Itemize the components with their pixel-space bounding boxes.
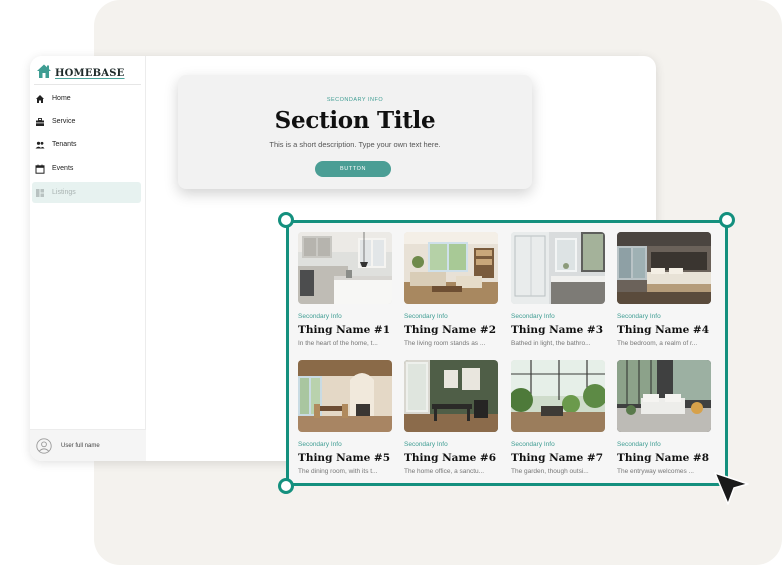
toolbox-icon <box>35 117 45 127</box>
hero-secondary-info: SECONDARY INFO <box>326 97 384 103</box>
garden-photo <box>511 360 605 432</box>
listing-title[interactable]: Thing Name #2 <box>404 324 496 336</box>
listing-title[interactable]: Thing Name #8 <box>617 452 709 464</box>
listing-description: The living room stands as ... <box>404 340 486 347</box>
listing-description: The garden, though outsi... <box>511 468 589 475</box>
sidebar-item-label: Tenants <box>52 141 77 148</box>
sidebar-item-tenants[interactable]: Tenants <box>32 134 141 155</box>
living-room-photo <box>404 232 498 304</box>
section-title: Section Title <box>274 107 436 134</box>
listing-title[interactable]: Thing Name #6 <box>404 452 496 464</box>
calendar-icon <box>35 164 45 174</box>
hero-button[interactable]: BUTTON <box>315 161 391 177</box>
listing-card[interactable]: Secondary Info Thing Name #3 Bathed in l… <box>511 232 605 352</box>
sidebar: HOMEBASE Home Service Tenants Events Lis… <box>30 56 146 461</box>
listing-description: The home office, a sanctu... <box>404 468 485 475</box>
sidebar-item-home[interactable]: Home <box>32 88 141 109</box>
listing-photo[interactable] <box>511 360 605 432</box>
listing-photo[interactable] <box>617 232 711 304</box>
listing-description: The entryway welcomes ... <box>617 468 694 475</box>
mouse-pointer-icon <box>712 470 752 510</box>
user-name: User full name <box>61 442 100 449</box>
listing-card[interactable]: Secondary Info Thing Name #7 The garden,… <box>511 360 605 480</box>
listing-card[interactable]: Secondary Info Thing Name #4 The bedroom… <box>617 232 711 352</box>
listing-photo[interactable] <box>511 232 605 304</box>
resize-handle-top-right[interactable] <box>719 212 735 228</box>
user-avatar-icon <box>36 437 52 454</box>
listing-description: The dining room, with its t... <box>298 468 378 475</box>
dining-room-photo <box>298 360 392 432</box>
listing-secondary-info: Secondary Info <box>404 313 448 320</box>
listing-photo[interactable] <box>298 360 392 432</box>
listing-card[interactable]: Secondary Info Thing Name #5 The dining … <box>298 360 392 480</box>
listing-description: Bathed in light, the bathro... <box>511 340 591 347</box>
listing-secondary-info: Secondary Info <box>511 441 555 448</box>
user-profile[interactable]: User full name <box>30 429 146 461</box>
listing-secondary-info: Secondary Info <box>404 441 448 448</box>
listing-title[interactable]: Thing Name #7 <box>511 452 603 464</box>
listing-photo[interactable] <box>617 360 711 432</box>
listing-photo[interactable] <box>404 360 498 432</box>
kitchen-photo <box>298 232 392 304</box>
listing-description: The bedroom, a realm of r... <box>617 340 698 347</box>
listing-card[interactable]: Secondary Info Thing Name #8 The entrywa… <box>617 360 711 480</box>
listing-secondary-info: Secondary Info <box>298 313 342 320</box>
listing-title[interactable]: Thing Name #4 <box>617 324 709 336</box>
listing-secondary-info: Secondary Info <box>617 313 661 320</box>
listing-card[interactable]: Secondary Info Thing Name #6 The home of… <box>404 360 498 480</box>
listing-title[interactable]: Thing Name #1 <box>298 324 390 336</box>
logo[interactable]: HOMEBASE <box>36 62 140 84</box>
entryway-photo <box>617 360 711 432</box>
sidebar-item-label: Service <box>52 118 76 125</box>
listing-photo[interactable] <box>404 232 498 304</box>
people-icon <box>35 140 45 150</box>
sidebar-item-events[interactable]: Events <box>32 158 141 179</box>
home-office-photo <box>404 360 498 432</box>
logo-divider <box>34 84 141 85</box>
listing-secondary-info: Secondary Info <box>617 441 661 448</box>
hero-card: SECONDARY INFO Section Title This is a s… <box>178 75 532 189</box>
home-icon <box>35 94 45 104</box>
sidebar-item-label: Home <box>52 95 71 102</box>
listing-card[interactable]: Secondary Info Thing Name #1 In the hear… <box>298 232 392 352</box>
sidebar-item-label: Events <box>52 165 74 172</box>
bedroom-photo <box>617 232 711 304</box>
listing-title[interactable]: Thing Name #5 <box>298 452 390 464</box>
listing-title[interactable]: Thing Name #3 <box>511 324 603 336</box>
logo-text: HOMEBASE <box>55 67 125 79</box>
bathroom-photo <box>511 232 605 304</box>
listing-description: In the heart of the home, t... <box>298 340 378 347</box>
listing-secondary-info: Secondary Info <box>511 313 555 320</box>
sidebar-item-label: Listings <box>52 189 76 196</box>
listing-photo[interactable] <box>298 232 392 304</box>
dashboard-icon <box>35 188 45 198</box>
sidebar-item-service[interactable]: Service <box>32 111 141 132</box>
listing-card[interactable]: Secondary Info Thing Name #2 The living … <box>404 232 498 352</box>
section-description: This is a short description. Type your o… <box>269 140 441 149</box>
listings-grid: Secondary Info Thing Name #1 In the hear… <box>287 221 727 486</box>
resize-handle-bottom-left[interactable] <box>278 478 294 494</box>
resize-handle-top-left[interactable] <box>278 212 294 228</box>
sidebar-item-listings[interactable]: Listings <box>32 182 141 203</box>
house-logo-icon <box>36 63 52 84</box>
listing-secondary-info: Secondary Info <box>298 441 342 448</box>
